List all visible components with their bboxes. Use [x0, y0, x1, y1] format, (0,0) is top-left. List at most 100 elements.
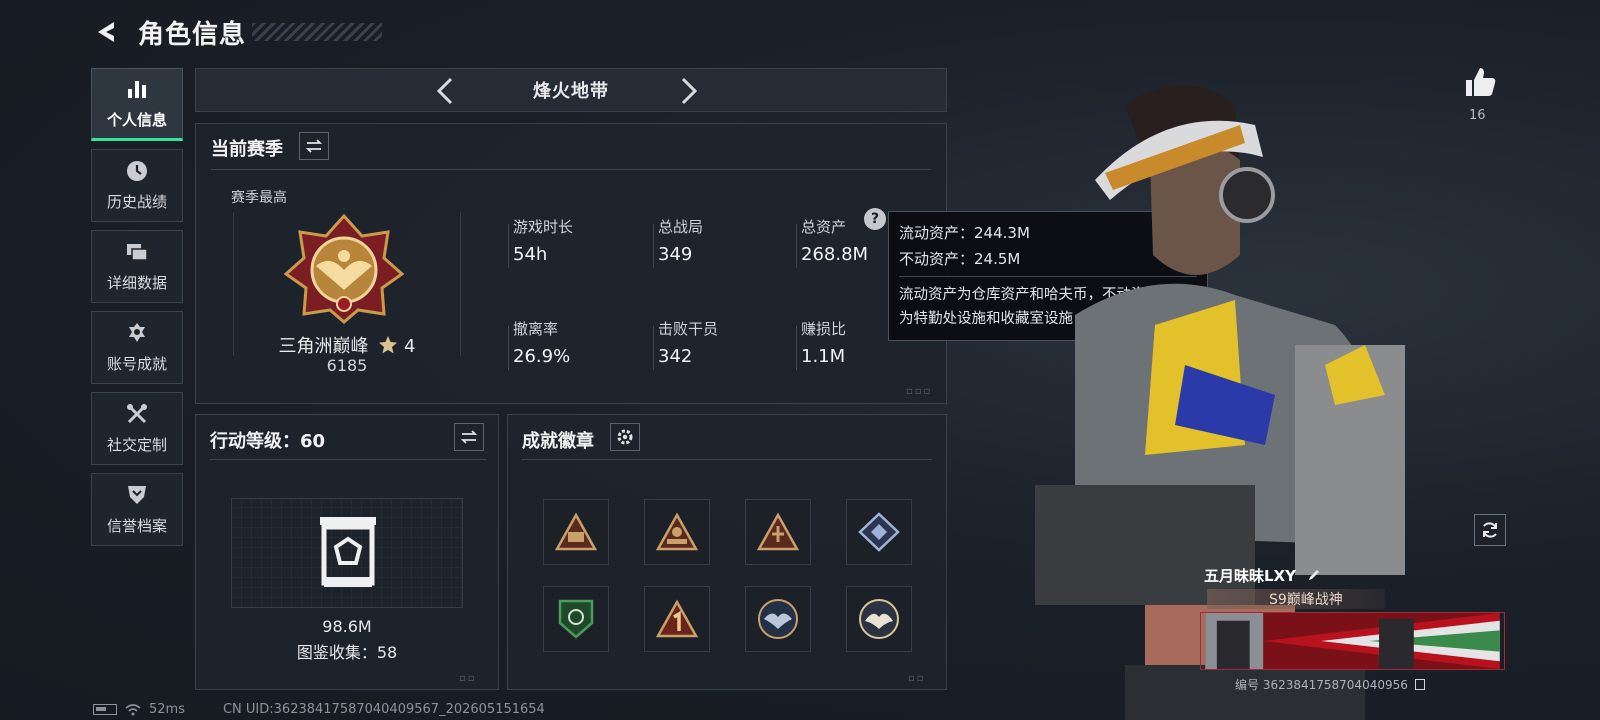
player-rank-title: S9巅峰战神: [1207, 589, 1385, 609]
gear-icon: [617, 429, 633, 445]
badge-item[interactable]: [846, 499, 912, 565]
player-banner: [1200, 612, 1505, 670]
clock-icon: [127, 161, 147, 181]
rank-name: 三角洲巅峰: [278, 336, 369, 357]
corner-decoration: ▫▫▫: [906, 386, 933, 397]
season-switch-button[interactable]: [299, 132, 329, 160]
sidebar-item-social[interactable]: 社交定制: [91, 392, 183, 465]
rotate-model-button[interactable]: [1474, 514, 1506, 546]
divider: [796, 224, 797, 268]
green-shield-emblem-icon: [558, 599, 594, 639]
stat-label: 总战局: [658, 218, 704, 236]
stat-label: 总资产: [801, 218, 847, 236]
next-mode-arrow-icon[interactable]: [673, 75, 703, 107]
sidebar: 个人信息 历史战绩 详细数据 账号成就 社交定制 信誉档案: [91, 68, 183, 554]
prev-mode-arrow-icon[interactable]: [431, 75, 461, 107]
folders-icon: [127, 244, 148, 261]
eagle-emblem-icon: [758, 599, 798, 639]
top-bar: 角色信息: [92, 14, 383, 50]
level-panel: 行动等级：60 98.6M 图鉴收集：58 ▫▫: [195, 414, 499, 690]
sidebar-item-label: 社交定制: [106, 436, 167, 454]
player-name: 五月昧昧LXY: [1204, 567, 1296, 585]
status-uid: CN UID:3623841758704040956​7_20260515165…: [222, 702, 545, 717]
season-best-label: 赛季最高: [231, 190, 287, 206]
eagle-gold-emblem-icon: [859, 599, 899, 639]
level-title: 行动等级：60: [210, 431, 326, 452]
level-switch-button[interactable]: [454, 423, 484, 451]
badge-item[interactable]: [644, 499, 710, 565]
achievement-icon: [129, 323, 145, 342]
help-question-icon[interactable]: ?: [864, 208, 886, 230]
sidebar-item-label: 历史战绩: [106, 193, 167, 211]
sidebar-item-label: 账号成就: [106, 355, 167, 373]
corner-decoration: ▫▫: [459, 673, 477, 684]
sidebar-item-detailed-data[interactable]: 详细数据: [91, 230, 183, 303]
stat-value: 268.8M: [801, 244, 869, 265]
sidebar-item-history[interactable]: 历史战绩: [91, 149, 183, 222]
rank-score: 6185: [326, 356, 368, 375]
battery-icon: [93, 704, 117, 715]
number-one-emblem-icon: [655, 599, 699, 638]
like-count: 16: [1469, 108, 1486, 123]
sidebar-item-personal-info[interactable]: 个人信息: [91, 68, 183, 141]
collection-value: 98.6M: [322, 617, 372, 636]
stat-label: 赚损比: [801, 320, 847, 338]
diamond-emblem-icon: [858, 512, 900, 552]
divider: [653, 224, 654, 268]
corner-decoration: ▫▫: [908, 673, 926, 684]
back-arrow-icon[interactable]: [92, 17, 122, 47]
stat-value: 349: [658, 244, 693, 265]
badges-settings-button[interactable]: [610, 423, 640, 451]
divider: [508, 224, 509, 268]
swap-icon: [460, 430, 478, 444]
badge-grid: [543, 499, 912, 652]
season-panel: 当前赛季 赛季最高 三角洲巅峰 4 6185 游戏时长 54h 总战局 349 …: [195, 123, 947, 404]
stat-value: 342: [658, 346, 693, 367]
stat-label: 撤离率: [513, 320, 559, 338]
badges-panel: 成就徽章 ▫▫: [507, 414, 947, 690]
swap-icon: [305, 139, 323, 153]
triangle-emblem-icon: [554, 512, 598, 551]
tools-icon: [127, 404, 147, 424]
stat-value: 1.1M: [801, 346, 846, 367]
sidebar-item-achievements[interactable]: 账号成就: [91, 311, 183, 384]
badges-title: 成就徽章: [522, 431, 594, 452]
divider: [522, 459, 932, 460]
page-title: 角色信息: [138, 19, 247, 50]
shield-chevron-icon: [128, 486, 146, 504]
player-uid: 编号 3623841758704040956: [1235, 676, 1425, 693]
badge-item[interactable]: [846, 586, 912, 652]
edit-pencil-icon[interactable]: [1307, 568, 1321, 582]
copy-icon[interactable]: [1414, 679, 1425, 690]
figure-emblem-icon: [756, 512, 800, 551]
bar-chart-icon: [128, 81, 146, 98]
divider: [796, 326, 797, 370]
rank-emblem-icon: [284, 214, 404, 324]
badge-item[interactable]: [644, 586, 710, 652]
collection-cabinet-icon: [320, 517, 376, 587]
stat-value: 26.9%: [513, 346, 571, 367]
rank-row: 三角洲巅峰 4: [196, 332, 498, 358]
sidebar-item-label: 信誉档案: [106, 517, 167, 535]
sidebar-item-label: 详细数据: [106, 274, 167, 292]
divider: [211, 169, 931, 170]
rotate-icon: [1483, 522, 1497, 538]
stat-value: 54h: [513, 244, 548, 265]
season-title: 当前赛季: [211, 139, 283, 160]
status-bar: 52ms CN UID:3623841758704040956​7_202605…: [93, 702, 545, 717]
thumbs-up-icon[interactable]: [1462, 64, 1498, 100]
ping-value: 52ms: [149, 702, 185, 717]
badge-item[interactable]: [745, 586, 811, 652]
star-icon: [379, 336, 398, 354]
divider: [653, 326, 654, 370]
badge-item[interactable]: [543, 499, 609, 565]
player-uid-text: 编号 3623841758704040956: [1235, 678, 1408, 692]
wifi-icon: [125, 703, 141, 715]
badge-item[interactable]: [745, 499, 811, 565]
player-name-row: 五月昧昧LXY: [1204, 565, 1321, 586]
stat-label: 击败干员: [658, 320, 719, 338]
mode-title: 烽火地带: [533, 81, 609, 102]
badge-item[interactable]: [543, 586, 609, 652]
soldier-emblem-icon: [655, 512, 699, 551]
sidebar-item-reputation[interactable]: 信誉档案: [91, 473, 183, 546]
